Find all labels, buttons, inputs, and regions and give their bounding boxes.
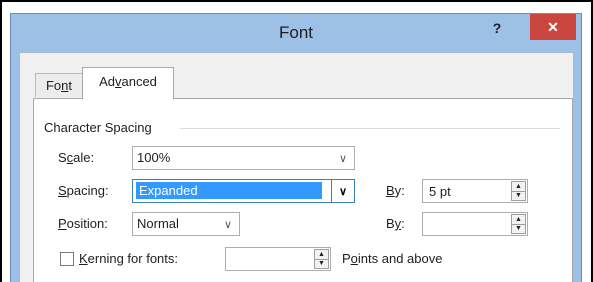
spacing-by-stepper[interactable]: 5 pt ▲ ▼: [422, 179, 528, 203]
spacing-dropdown[interactable]: Expanded ∨: [132, 179, 355, 203]
frame-top-line: [0, 0, 593, 2]
window-frame-left: [2, 2, 10, 282]
position-by-label: By:: [386, 216, 405, 231]
kerning-points-stepper[interactable]: ▲ ▼: [225, 247, 331, 271]
position-dropdown[interactable]: Normal ∨: [132, 212, 240, 236]
character-spacing-heading: Character Spacing: [44, 120, 152, 135]
tab-font[interactable]: Font: [35, 73, 83, 97]
close-button[interactable]: ✕: [530, 14, 576, 40]
kerning-label-part: erning for fonts:: [87, 251, 178, 266]
spacing-by-label: By:: [386, 183, 405, 198]
tab-font-label-part: t: [68, 78, 73, 93]
position-by-stepper[interactable]: ▲ ▼: [422, 212, 528, 236]
position-accesskey: P: [58, 216, 67, 231]
spin-buttons: ▲ ▼: [511, 181, 526, 201]
tab-advanced-label-part: anced: [121, 74, 157, 89]
position-by-label-part: :: [401, 216, 405, 231]
kerning-accesskey: K: [79, 251, 88, 266]
spacing-by-label-part: y:: [394, 183, 405, 198]
spin-down-icon[interactable]: ▼: [315, 259, 328, 268]
position-value: Normal: [137, 216, 179, 231]
frame-left-line: [0, 0, 2, 282]
spin-down-icon[interactable]: ▼: [512, 224, 525, 233]
kerning-suffix-accesskey: o: [350, 251, 358, 266]
kerning-suffix-part: P: [342, 251, 351, 266]
spacing-value: Expanded: [136, 182, 322, 199]
scale-dropdown[interactable]: 100% ∨: [132, 146, 355, 170]
chevron-down-icon[interactable]: ∨: [217, 213, 239, 235]
spacing-accesskey: S: [58, 183, 67, 198]
chevron-down-icon[interactable]: ∨: [332, 147, 354, 169]
spin-buttons: ▲ ▼: [511, 214, 526, 234]
spacing-label-part: pacing:: [66, 183, 109, 198]
scale-label: Scale:: [58, 150, 94, 165]
screen: Font ? ✕ Font Advanced Character Spacing…: [0, 0, 593, 282]
spacing-label: Spacing:: [58, 183, 109, 198]
spin-down-icon[interactable]: ▼: [512, 191, 525, 200]
spacing-by-accesskey: B: [386, 183, 395, 198]
spin-buttons: ▲ ▼: [314, 249, 329, 269]
scale-label-part: S: [58, 150, 67, 165]
position-label: Position:: [58, 216, 108, 231]
group-divider: [180, 128, 560, 129]
tab-font-label-part: Fo: [45, 78, 62, 93]
font-dialog: Font ? ✕ Font Advanced Character Spacing…: [10, 13, 582, 282]
position-by-label-part: B: [386, 216, 395, 231]
position-label-part: osition:: [66, 216, 108, 231]
spacing-by-value[interactable]: 5 pt: [429, 184, 451, 199]
kerning-suffix-part: ints and above: [357, 251, 443, 266]
scale-value: 100%: [137, 150, 171, 165]
help-button[interactable]: ?: [480, 16, 514, 46]
window-frame-right: [582, 2, 591, 282]
chevron-down-icon[interactable]: ∨: [331, 180, 354, 202]
kerning-label[interactable]: Kerning for fonts:: [79, 251, 178, 266]
close-icon: ✕: [547, 19, 559, 35]
tab-advanced[interactable]: Advanced: [82, 67, 174, 99]
scale-label-part: ale:: [73, 150, 95, 165]
kerning-suffix-label: Points and above: [342, 251, 442, 266]
tab-advanced-label-part: Ad: [99, 74, 115, 89]
title-bar[interactable]: Font ? ✕: [11, 14, 581, 52]
kerning-checkbox[interactable]: [60, 252, 74, 266]
dialog-content: Font Advanced Character Spacing Scale: 1…: [19, 52, 574, 282]
